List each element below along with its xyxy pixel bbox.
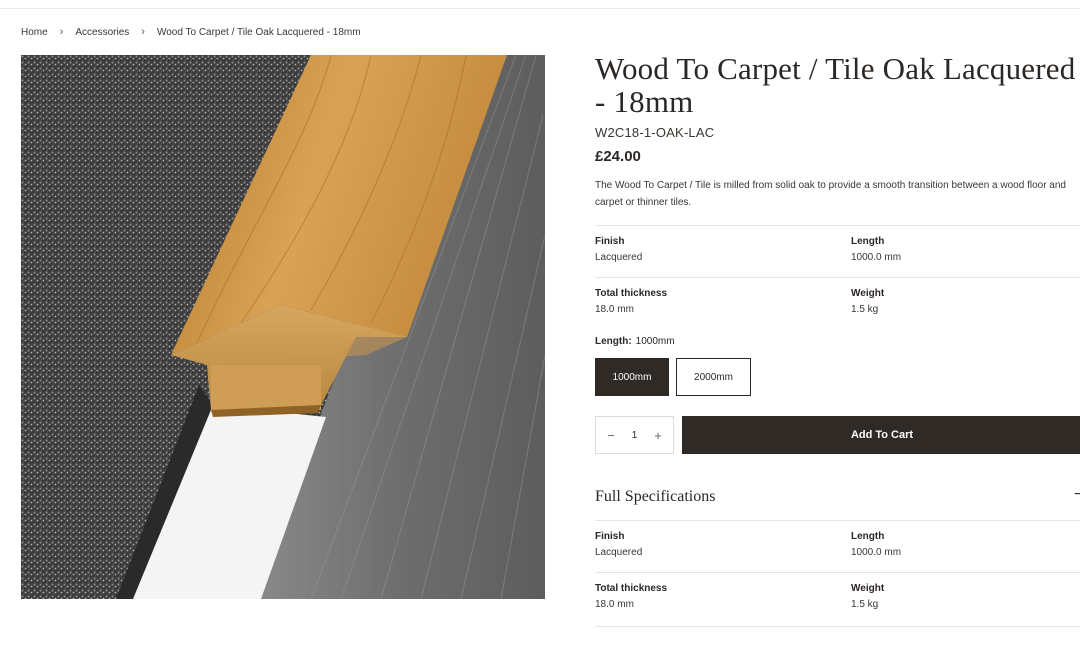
spec-row: Finish Lacquered Length 1000.0 mm [595,225,1080,277]
spec-length: Length 1000.0 mm [851,236,901,263]
spec-summary: Finish Lacquered Length 1000.0 mm Total … [595,225,1080,329]
add-to-cart-button[interactable]: Add To Cart [682,416,1080,454]
product-info: Wood To Carpet / Tile Oak Lacquered - 18… [595,51,1080,627]
spec-weight-label: Weight [851,288,885,299]
spec-weight: Weight 1.5 kg [851,288,884,315]
spec-length-label: Length [851,531,885,542]
spec-length-value: 1000.0 mm [851,252,902,263]
plus-icon[interactable]: + [652,429,664,442]
variant-label-name: Length: [595,336,632,347]
breadcrumb-current: Wood To Carpet / Tile Oak Lacquered - 18… [156,27,361,38]
collapse-icon[interactable]: − [1074,486,1080,504]
length-option-1000mm[interactable]: 1000mm [595,358,669,396]
variant-label: Length: 1000mm [595,336,675,347]
header-divider [0,8,1080,9]
spec-finish-label: Finish [595,236,625,247]
quantity-value[interactable]: 1 [632,430,638,441]
spec-weight: Weight 1.5 kg [851,583,884,610]
spec-row: Finish Lacquered Length 1000.0 mm [595,520,1080,572]
spec-thickness: Total thickness 18.0 mm [595,288,667,315]
spec-row: Total thickness 18.0 mm Weight 1.5 kg [595,572,1080,624]
product-description: The Wood To Carpet / Tile is milled from… [595,180,1066,208]
spec-weight-value: 1.5 kg [851,304,879,315]
spec-finish-value: Lacquered [595,547,643,558]
spec-weight-value: 1.5 kg [851,599,879,610]
spec-row: Total thickness 18.0 mm Weight 1.5 kg [595,277,1080,329]
chevron-right-icon: › [59,26,64,38]
product-price: £24.00 [595,148,641,165]
spec-weight-label: Weight [851,583,885,594]
product-title: Wood To Carpet / Tile Oak Lacquered - 18… [595,51,1076,119]
breadcrumb-home-link[interactable]: Home [21,27,48,38]
full-specifications-table: Finish Lacquered Length 1000.0 mm Total … [595,520,1080,624]
spec-length-value: 1000.0 mm [851,547,902,558]
spec-finish: Finish Lacquered [595,236,642,263]
variant-selected-value: 1000mm [635,336,675,347]
spec-finish-value: Lacquered [595,252,643,263]
spec-length: Length 1000.0 mm [851,531,901,558]
product-sku: W2C18-1-OAK-LAC [595,125,715,140]
spec-thickness-label: Total thickness [595,583,668,594]
spec-thickness-value: 18.0 mm [595,304,634,315]
chevron-right-icon: › [141,26,145,38]
spec-divider [595,626,1080,627]
length-option-2000mm[interactable]: 2000mm [676,358,751,396]
quantity-stepper: − 1 + [595,416,674,454]
spec-finish: Finish Lacquered [595,531,642,558]
spec-thickness: Total thickness 18.0 mm [595,583,667,610]
minus-icon[interactable]: − [605,429,617,442]
breadcrumb-accessories-link[interactable]: Accessories [75,27,129,38]
full-specifications-heading[interactable]: Full Specifications [595,488,715,506]
breadcrumb: Home › Accessories › Wood To Carpet / Ti… [21,26,361,39]
product-image[interactable] [21,55,545,599]
spec-thickness-label: Total thickness [595,288,668,299]
spec-thickness-value: 18.0 mm [595,599,634,610]
spec-length-label: Length [851,236,885,247]
spec-finish-label: Finish [595,531,625,542]
